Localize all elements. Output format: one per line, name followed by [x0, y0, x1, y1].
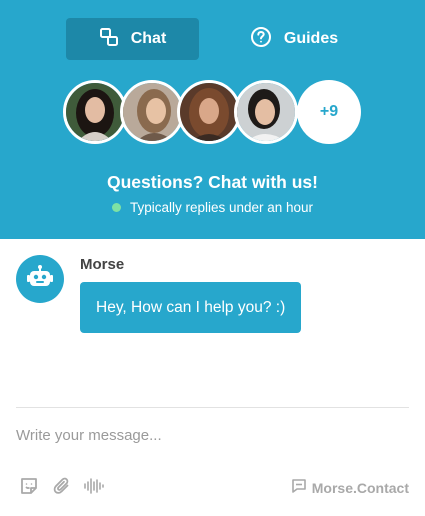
chat-icon: [99, 27, 131, 52]
bot-avatar: [16, 255, 64, 303]
tab-chat-label: Chat: [130, 30, 167, 47]
tab-bar: Chat Guides: [66, 18, 396, 60]
brand-name: Morse.Contact: [311, 479, 409, 496]
robot-icon: [27, 264, 53, 294]
sticker-button[interactable]: [17, 476, 41, 500]
paperclip-icon: [52, 476, 72, 501]
online-status-dot: [111, 203, 121, 212]
more-team-count: +9: [297, 80, 361, 144]
header-headline: Questions? Chat with us!: [107, 172, 318, 192]
avatar: [63, 80, 127, 144]
tab-guides[interactable]: Guides: [224, 18, 364, 60]
sticker-icon: [19, 476, 39, 501]
tab-guides-label: Guides: [283, 30, 339, 47]
avatar: [234, 80, 298, 144]
tab-chat[interactable]: Chat: [66, 18, 199, 60]
chat-widget-header: Chat Guides +9 Questions? Chat with us! …: [0, 0, 425, 239]
reply-status-text: Typically replies under an hour: [129, 200, 314, 215]
attach-button[interactable]: [50, 476, 74, 500]
voice-button[interactable]: [82, 476, 106, 500]
message-bubble: Hey, How can I help you? :): [80, 282, 302, 333]
reply-status: Typically replies under an hour: [0, 200, 425, 215]
team-avatars: +9: [63, 80, 363, 144]
avatar: [120, 80, 184, 144]
message-input[interactable]: [16, 420, 409, 450]
powered-by-link[interactable]: Morse.Contact: [291, 478, 409, 497]
message-sender: Morse: [80, 256, 125, 273]
waveform-icon: [83, 477, 105, 500]
composer-divider: [16, 407, 409, 408]
question-icon: [250, 26, 284, 53]
brand-logo-icon: [291, 478, 312, 497]
avatar: [177, 80, 241, 144]
